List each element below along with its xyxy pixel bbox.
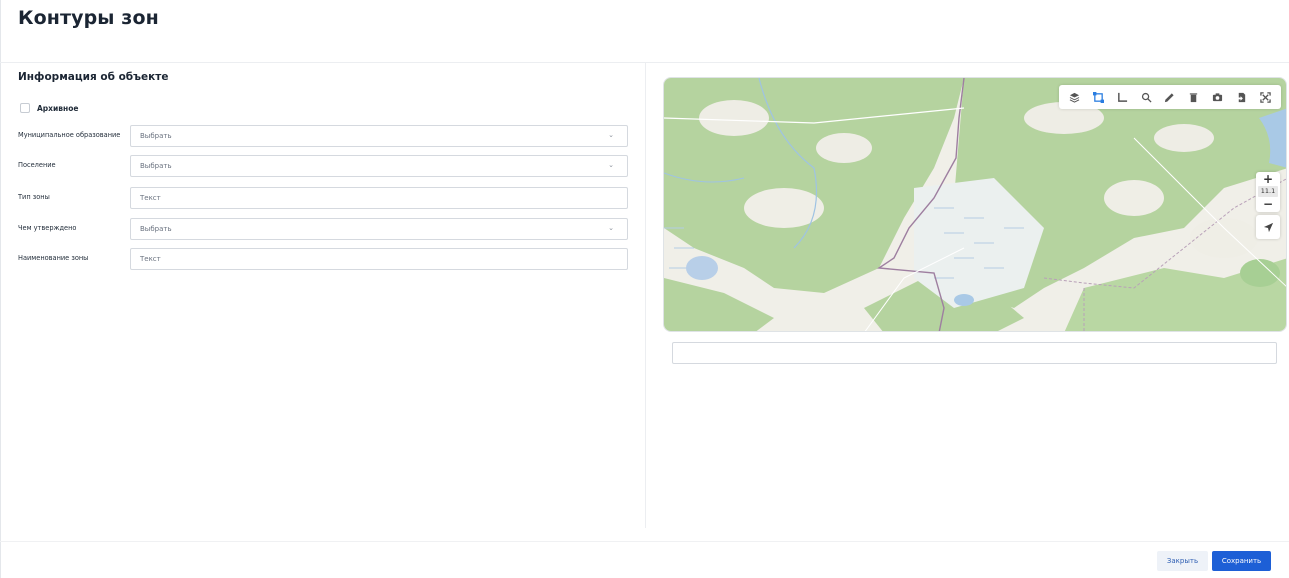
form-row-approved-by: Чем утверждено Выбрать ⌄ <box>18 218 628 240</box>
form-row-zone-name: Наименование зоны Текст <box>18 248 628 270</box>
zone-type-placeholder: Текст <box>140 194 161 202</box>
search-icon[interactable] <box>1137 88 1155 106</box>
archive-checkbox[interactable] <box>20 103 30 113</box>
locate-button[interactable] <box>1256 215 1280 239</box>
archive-label: Архивное <box>37 103 79 113</box>
zone-type-label: Тип зоны <box>18 193 50 201</box>
approved-by-label: Чем утверждено <box>18 224 77 232</box>
fullscreen-icon[interactable] <box>1256 88 1274 106</box>
close-button[interactable]: Закрыть <box>1157 551 1208 571</box>
coordinates-input[interactable] <box>672 342 1277 364</box>
archive-row[interactable]: Архивное <box>20 103 78 113</box>
approved-by-value: Выбрать <box>140 225 172 233</box>
import-icon[interactable] <box>1232 88 1250 106</box>
form-row-settlement: Поселение Выбрать ⌄ <box>18 155 628 177</box>
page-title: Контуры зон <box>18 7 159 29</box>
map-view[interactable]: + 11.1 − <box>663 77 1287 332</box>
section-title: Информация об объекте <box>18 71 169 83</box>
zoom-out-button[interactable]: − <box>1256 198 1280 210</box>
zone-name-label: Наименование зоны <box>18 254 89 262</box>
delete-icon[interactable] <box>1185 88 1203 106</box>
map-toolbar <box>1059 85 1281 109</box>
save-button[interactable]: Сохранить <box>1212 551 1271 571</box>
panel-divider <box>645 63 646 528</box>
measure-icon[interactable] <box>1113 88 1131 106</box>
footer-divider <box>0 541 1289 542</box>
navigation-arrow-icon <box>1263 222 1273 232</box>
zoom-in-button[interactable]: + <box>1256 173 1280 185</box>
zone-name-placeholder: Текст <box>140 255 161 263</box>
zone-name-input[interactable]: Текст <box>130 248 628 270</box>
zone-type-input[interactable]: Текст <box>130 187 628 209</box>
camera-icon[interactable] <box>1208 88 1226 106</box>
settlement-value: Выбрать <box>140 162 172 170</box>
layers-icon[interactable] <box>1066 88 1084 106</box>
map-tiles <box>664 78 1286 331</box>
municipality-select[interactable]: Выбрать ⌄ <box>130 125 628 147</box>
zoom-control: + 11.1 − <box>1256 172 1280 212</box>
form-row-zone-type: Тип зоны Текст <box>18 187 628 209</box>
chevron-down-icon: ⌄ <box>608 224 614 232</box>
left-edge <box>0 0 1 578</box>
zoom-level: 11.1 <box>1258 186 1278 197</box>
form-row-municipality: Муниципальное образование Выбрать ⌄ <box>18 125 628 147</box>
select-area-icon[interactable] <box>1090 88 1108 106</box>
chevron-down-icon: ⌄ <box>608 161 614 169</box>
municipality-value: Выбрать <box>140 132 172 140</box>
edit-icon[interactable] <box>1161 88 1179 106</box>
settlement-select[interactable]: Выбрать ⌄ <box>130 155 628 177</box>
approved-by-select[interactable]: Выбрать ⌄ <box>130 218 628 240</box>
chevron-down-icon: ⌄ <box>608 131 614 139</box>
municipality-label: Муниципальное образование <box>18 131 121 139</box>
settlement-label: Поселение <box>18 161 56 169</box>
